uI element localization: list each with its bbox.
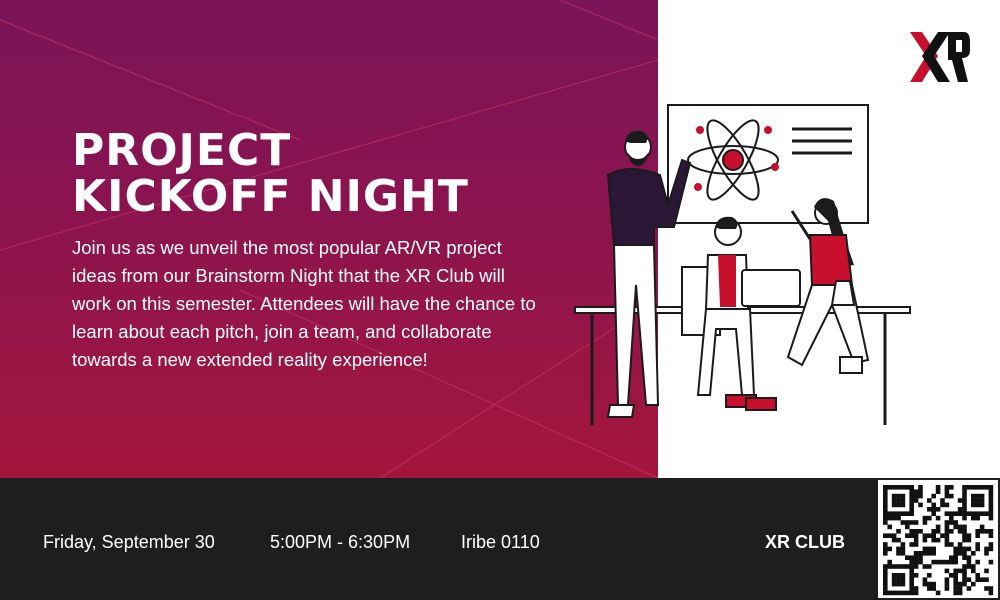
qr-code-icon[interactable]	[878, 480, 998, 598]
event-time: 5:00PM - 6:30PM	[270, 532, 411, 552]
title-line-2: KICKOFF NIGHT	[72, 171, 469, 222]
event-description: Join us as we unveil the most popular AR…	[72, 237, 536, 370]
event-location: Iribe 0110	[461, 532, 540, 552]
title-line-1: PROJECT	[72, 125, 292, 176]
event-poster: PROJECT KICKOFF NIGHT Join us as we unve…	[0, 0, 1000, 600]
event-details-bar: Friday, September 30 5:00PM - 6:30PM Iri…	[0, 478, 1000, 600]
team-illustration	[574, 104, 911, 425]
organizer-name: XR CLUB	[765, 532, 845, 552]
xr-logo-icon	[910, 32, 970, 82]
event-date: Friday, September 30	[43, 532, 215, 552]
hero-panel: PROJECT KICKOFF NIGHT Join us as we unve…	[0, 0, 658, 478]
event-title: PROJECT KICKOFF NIGHT	[72, 128, 469, 220]
